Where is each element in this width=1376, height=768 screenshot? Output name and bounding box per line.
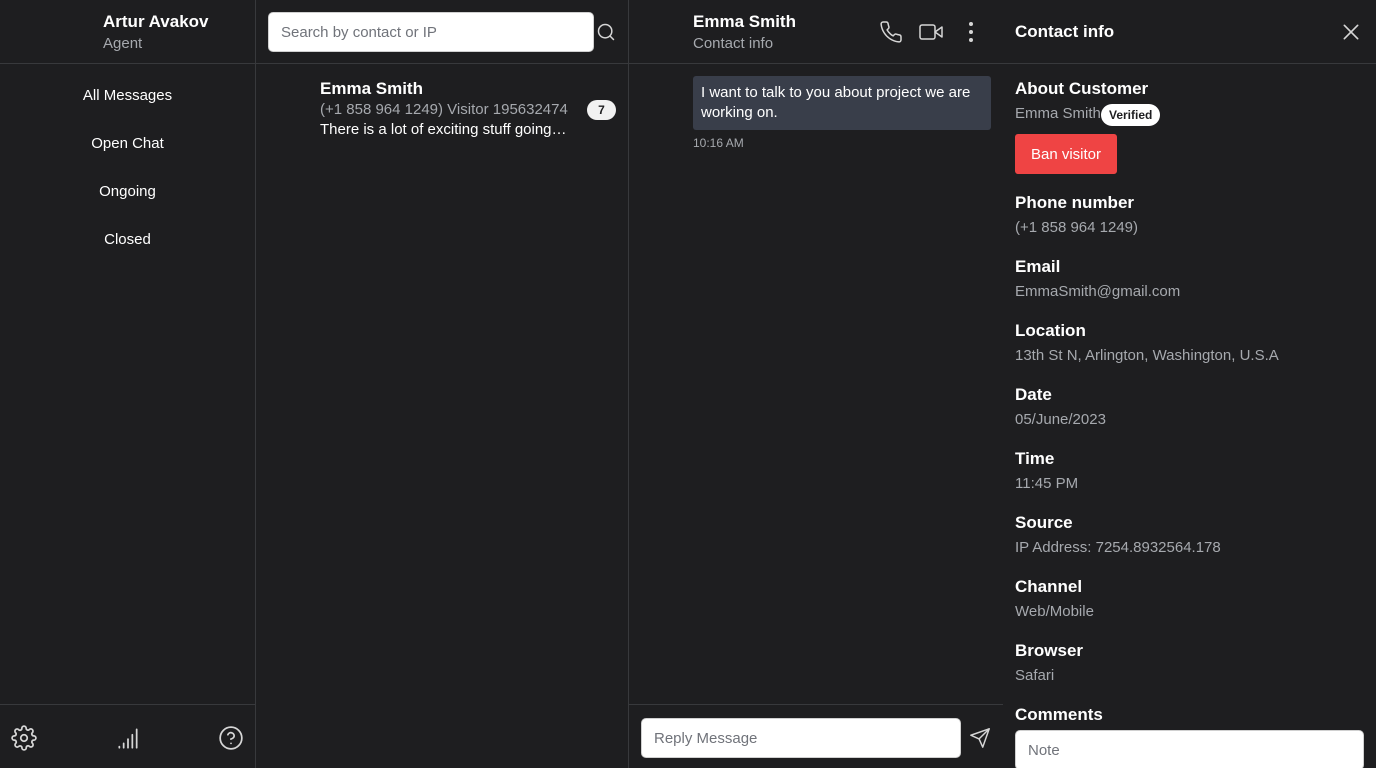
- source-value: IP Address: 7254.8932564.178: [1015, 539, 1221, 556]
- signal-bars-icon[interactable]: [115, 725, 141, 751]
- nav-item-ongoing[interactable]: Ongoing: [0, 177, 255, 207]
- source-label: Source: [1015, 513, 1073, 532]
- reply-bar: [629, 704, 1003, 768]
- ban-visitor-button[interactable]: Ban visitor: [1015, 134, 1117, 174]
- time-label: Time: [1015, 449, 1055, 468]
- agent-role: Agent: [103, 35, 143, 52]
- conversation-list-panel: Emma Smith (+1 858 964 1249) Visitor 195…: [256, 0, 629, 768]
- nav-item-closed[interactable]: Closed: [0, 225, 255, 255]
- video-camera-icon[interactable]: [919, 20, 943, 44]
- chat-contact-subtitle[interactable]: Contact info: [693, 35, 773, 52]
- agent-profile: Artur Avakov Agent: [0, 0, 255, 64]
- gear-icon[interactable]: [11, 725, 37, 751]
- unread-count-badge: 7: [587, 100, 616, 120]
- conversation-list-item[interactable]: Emma Smith (+1 858 964 1249) Visitor 195…: [256, 70, 628, 146]
- phone-icon[interactable]: [879, 20, 903, 44]
- browser-value: Safari: [1015, 667, 1055, 684]
- agent-name: Artur Avakov: [103, 12, 209, 31]
- help-circle-icon[interactable]: [218, 725, 244, 751]
- browser-label: Browser: [1015, 641, 1084, 660]
- date-value: 05/June/2023: [1015, 411, 1106, 428]
- nav-item-all-messages[interactable]: All Messages: [0, 81, 255, 111]
- chat-contact-name: Emma Smith: [693, 12, 796, 31]
- verified-badge: Verified: [1101, 104, 1161, 126]
- nav-item-open-chat[interactable]: Open Chat: [0, 129, 255, 159]
- conversation-name: Emma Smith: [320, 79, 423, 98]
- contact-info-panel: Contact info About Customer Emma Smith V…: [1003, 0, 1376, 768]
- email-value: EmmaSmith@gmail.com: [1015, 283, 1181, 300]
- close-icon[interactable]: [1341, 22, 1361, 42]
- sidebar: Artur Avakov Agent All Messages Open Cha…: [0, 0, 256, 768]
- search-bar: [256, 0, 628, 64]
- message-timestamp: 10:16 AM: [693, 136, 744, 150]
- conversation-preview: There is a lot of exciting stuff going o…: [320, 121, 570, 138]
- chat-header: Emma Smith Contact info: [629, 0, 1003, 64]
- channel-value: Web/Mobile: [1015, 603, 1094, 620]
- chat-panel: Emma Smith Contact info I want to talk t…: [629, 0, 1003, 768]
- date-label: Date: [1015, 385, 1052, 404]
- about-customer-title: About Customer: [1015, 79, 1149, 98]
- conversation-meta: (+1 858 964 1249) Visitor 195632474: [320, 101, 568, 118]
- send-icon[interactable]: [969, 727, 991, 749]
- contact-info-header: Contact info: [1003, 0, 1376, 64]
- message-bubble: I want to talk to you about project we a…: [693, 76, 991, 130]
- location-value: 13th St N, Arlington, Washington, U.S.A: [1015, 347, 1279, 364]
- search-input[interactable]: [268, 12, 594, 52]
- reply-input[interactable]: [641, 718, 961, 758]
- phone-number-value: (+1 858 964 1249): [1015, 219, 1139, 236]
- more-vertical-icon[interactable]: [959, 20, 983, 44]
- phone-number-label: Phone number: [1015, 193, 1135, 212]
- channel-label: Channel: [1015, 577, 1083, 596]
- email-label: Email: [1015, 257, 1061, 276]
- search-icon[interactable]: [596, 22, 616, 42]
- sidebar-footer: [0, 704, 255, 768]
- time-value: 11:45 PM: [1015, 475, 1079, 492]
- customer-name: Emma Smith: [1015, 105, 1101, 122]
- comments-label: Comments: [1015, 705, 1103, 724]
- note-input[interactable]: [1015, 730, 1364, 768]
- contact-info-title: Contact info: [1015, 22, 1115, 41]
- location-label: Location: [1015, 321, 1086, 340]
